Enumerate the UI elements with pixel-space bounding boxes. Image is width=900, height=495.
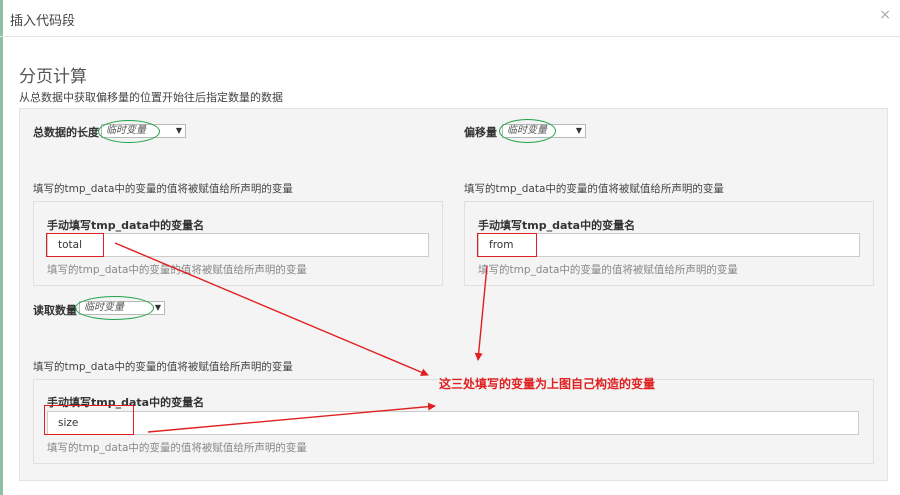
read-count-hint: 填写的tmp_data中的变量的值将被赋值给所声明的变量 — [33, 361, 293, 373]
background-edge — [0, 0, 3, 495]
offset-select-value: 临时变量 — [507, 125, 547, 136]
offset-label: 偏移量 — [464, 126, 497, 139]
read-count-variable-input[interactable]: size — [47, 411, 859, 435]
total-help-text: 填写的tmp_data中的变量的值将被赋值给所声明的变量 — [47, 264, 307, 276]
insert-snippet-modal: 插入代码段 × 分页计算 从总数据中获取偏移量的位置开始往后指定数量的数据 总数… — [0, 0, 900, 495]
read-count-help-text: 填写的tmp_data中的变量的值将被赋值给所声明的变量 — [47, 442, 307, 454]
read-count-input-label: 手动填写tmp_data中的变量名 — [47, 396, 205, 409]
chevron-down-icon: ▼ — [154, 303, 161, 312]
offset-input-label: 手动填写tmp_data中的变量名 — [478, 219, 636, 232]
modal-header: 插入代码段 × — [0, 0, 900, 37]
read-count-select-value: 临时变量 — [84, 302, 124, 313]
section-description: 从总数据中获取偏移量的位置开始往后指定数量的数据 — [19, 91, 283, 104]
total-hint: 填写的tmp_data中的变量的值将被赋值给所声明的变量 — [33, 183, 293, 195]
close-icon[interactable]: × — [879, 7, 891, 23]
chevron-down-icon: ▼ — [575, 126, 582, 135]
section-title: 分页计算 — [19, 67, 87, 87]
total-input-label: 手动填写tmp_data中的变量名 — [47, 219, 205, 232]
read-count-label: 读取数量 — [33, 304, 77, 317]
annotation-note: 这三处填写的变量为上图自己构造的变量 — [439, 377, 656, 391]
modal-title: 插入代码段 — [10, 14, 76, 29]
total-length-select-value: 临时变量 — [106, 125, 146, 136]
total-length-label: 总数据的长度 — [33, 126, 99, 139]
offset-select[interactable]: 临时变量 ▼ — [502, 124, 586, 138]
chevron-down-icon: ▼ — [175, 126, 182, 135]
total-variable-input[interactable]: total — [47, 233, 429, 257]
offset-help-text: 填写的tmp_data中的变量的值将被赋值给所声明的变量 — [478, 264, 738, 276]
read-count-select[interactable]: 临时变量 ▼ — [79, 301, 165, 315]
total-length-select[interactable]: 临时变量 ▼ — [101, 124, 186, 138]
offset-variable-input[interactable]: from — [478, 233, 860, 257]
offset-hint: 填写的tmp_data中的变量的值将被赋值给所声明的变量 — [464, 183, 724, 195]
